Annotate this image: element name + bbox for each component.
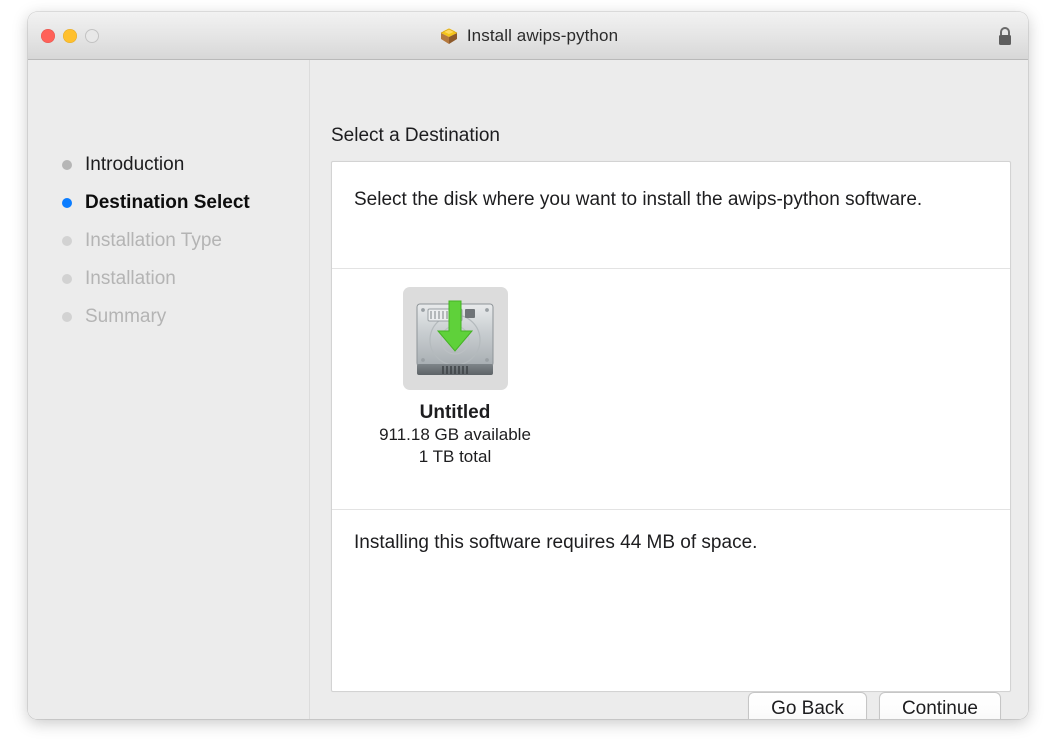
step-bullet-icon xyxy=(62,274,72,284)
window-body: Introduction Destination Select Installa… xyxy=(28,60,1028,719)
disk-list: Untitled 911.18 GB available 1 TB total xyxy=(332,269,1010,509)
window-title: Install awips-python xyxy=(466,25,619,45)
sidebar-item-label: Installation xyxy=(85,268,176,289)
disk-thumbnail[interactable] xyxy=(402,287,508,390)
space-requirement-text: Installing this software requires 44 MB … xyxy=(354,532,758,553)
sidebar-item-installation: Installation xyxy=(28,260,309,298)
sidebar-item-label: Destination Select xyxy=(85,192,250,213)
package-icon xyxy=(440,27,458,44)
page-title: Select a Destination xyxy=(331,125,500,146)
panel-intro: Select the disk where you want to instal… xyxy=(332,162,1010,268)
lock-closed-icon[interactable] xyxy=(996,25,1014,47)
sidebar-item-label: Summary xyxy=(85,306,167,327)
sidebar-item-summary: Summary xyxy=(28,298,309,336)
installer-footer: Go Back Continue xyxy=(321,692,1011,719)
close-button[interactable] xyxy=(41,28,55,43)
installer-content: Select a Destination Select the disk whe… xyxy=(310,60,1028,719)
sidebar-item-destination-select: Destination Select xyxy=(28,184,309,222)
destination-panel: Select the disk where you want to instal… xyxy=(331,161,1011,692)
installer-steps-sidebar: Introduction Destination Select Installa… xyxy=(28,60,310,719)
sidebar-item-label: Installation Type xyxy=(85,230,222,251)
minimize-button[interactable] xyxy=(63,28,77,43)
sidebar-item-introduction: Introduction xyxy=(28,146,309,184)
continue-button[interactable]: Continue xyxy=(878,692,1001,719)
installer-window: Install awips-python Introduction Destin… xyxy=(28,12,1028,719)
go-back-button[interactable]: Go Back xyxy=(748,692,867,719)
disk-total: 1 TB total xyxy=(418,447,492,466)
window-title-group: Install awips-python xyxy=(28,25,1028,47)
disk-item[interactable]: Untitled 911.18 GB available 1 TB total xyxy=(368,287,542,468)
window-titlebar: Install awips-python xyxy=(28,12,1028,60)
panel-footer: Installing this software requires 44 MB … xyxy=(332,510,1010,691)
zoom-button xyxy=(85,28,99,43)
sidebar-item-installation-type: Installation Type xyxy=(28,222,309,260)
step-bullet-icon xyxy=(62,198,72,208)
step-bullet-icon xyxy=(62,236,72,246)
intro-text: Select the disk where you want to instal… xyxy=(354,189,923,210)
hard-drive-download-icon xyxy=(416,300,494,375)
disk-available: 911.18 GB available xyxy=(379,425,531,444)
step-bullet-icon xyxy=(62,312,72,322)
traffic-lights xyxy=(41,28,99,43)
step-bullet-icon xyxy=(62,160,72,170)
sidebar-item-label: Introduction xyxy=(85,154,185,175)
disk-name: Untitled xyxy=(419,402,491,423)
